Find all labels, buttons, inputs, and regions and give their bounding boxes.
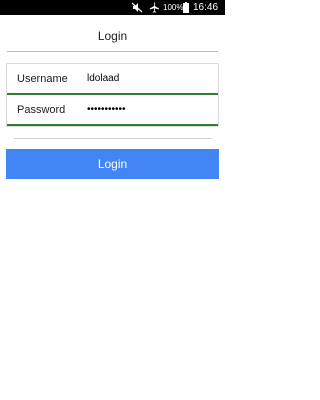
login-form: Username ldolaad Password ••••••••••• — [6, 63, 219, 127]
password-field[interactable]: Password ••••••••••• — [7, 95, 218, 126]
mute-icon — [131, 2, 143, 13]
page-title: Login — [97, 29, 128, 43]
battery-percent: 100% — [163, 3, 184, 12]
clock: 16:46 — [193, 2, 219, 13]
password-label: Password — [17, 104, 66, 116]
login-button[interactable]: Login — [6, 149, 219, 179]
status-bar: 100% 16:46 — [0, 0, 225, 15]
battery-icon — [183, 2, 189, 13]
username-field[interactable]: Username ldolaad — [7, 64, 218, 95]
username-label: Username — [17, 73, 68, 85]
title-bar: Login — [0, 15, 225, 53]
password-underline — [7, 124, 218, 126]
username-input[interactable]: ldolaad — [87, 73, 119, 84]
title-divider — [7, 51, 218, 52]
password-input[interactable]: ••••••••••• — [87, 104, 126, 115]
divider — [14, 138, 211, 139]
airplane-mode-icon — [148, 2, 160, 13]
